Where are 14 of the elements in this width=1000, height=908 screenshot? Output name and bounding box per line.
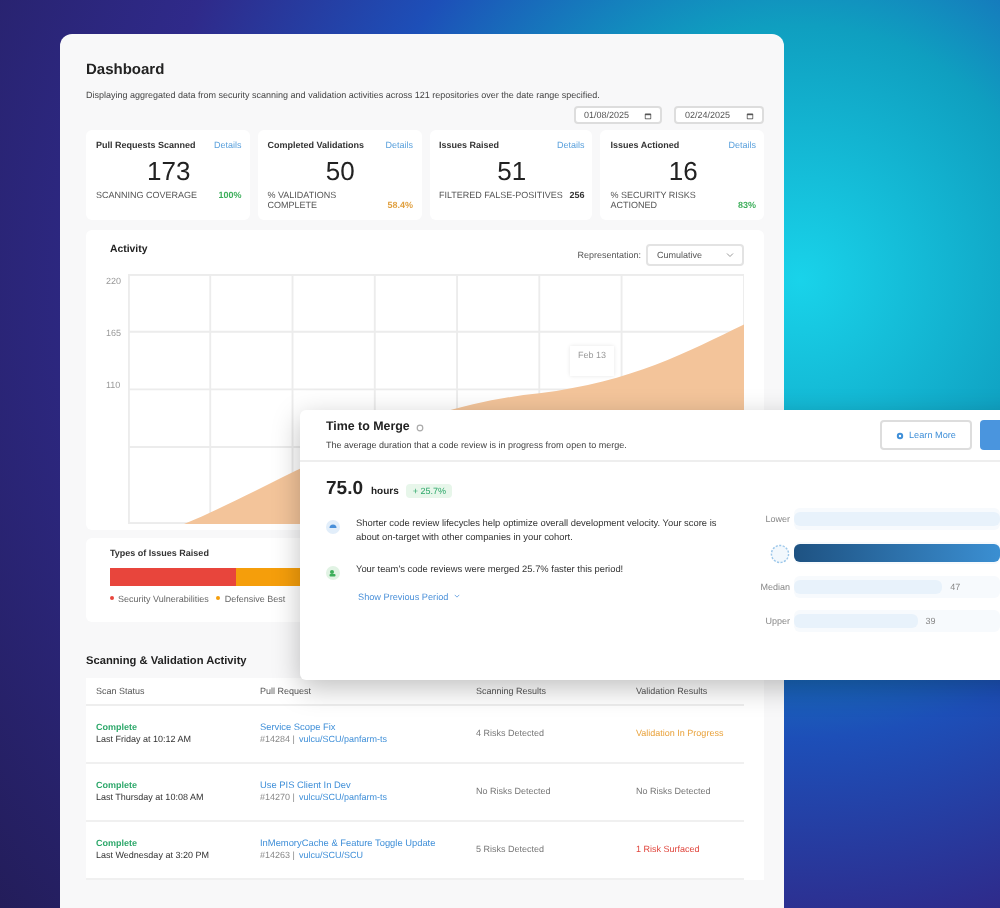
team-icon — [326, 565, 340, 580]
metric-value: 51 — [495, 156, 529, 186]
info-icon — [415, 423, 424, 431]
metric-value: 16 — [666, 156, 700, 186]
speedometer-icon — [326, 520, 340, 534]
settings-icon — [895, 431, 903, 439]
metric-value: 75.0 — [326, 478, 363, 500]
chevron-down-icon — [454, 594, 461, 599]
metric-value: 50 — [323, 156, 357, 186]
avatar-icon — [770, 543, 790, 563]
chevron-down-icon — [726, 251, 734, 258]
calendar-icon — [644, 111, 653, 119]
metric-value: 173 — [145, 156, 193, 186]
calendar-icon — [746, 111, 754, 119]
